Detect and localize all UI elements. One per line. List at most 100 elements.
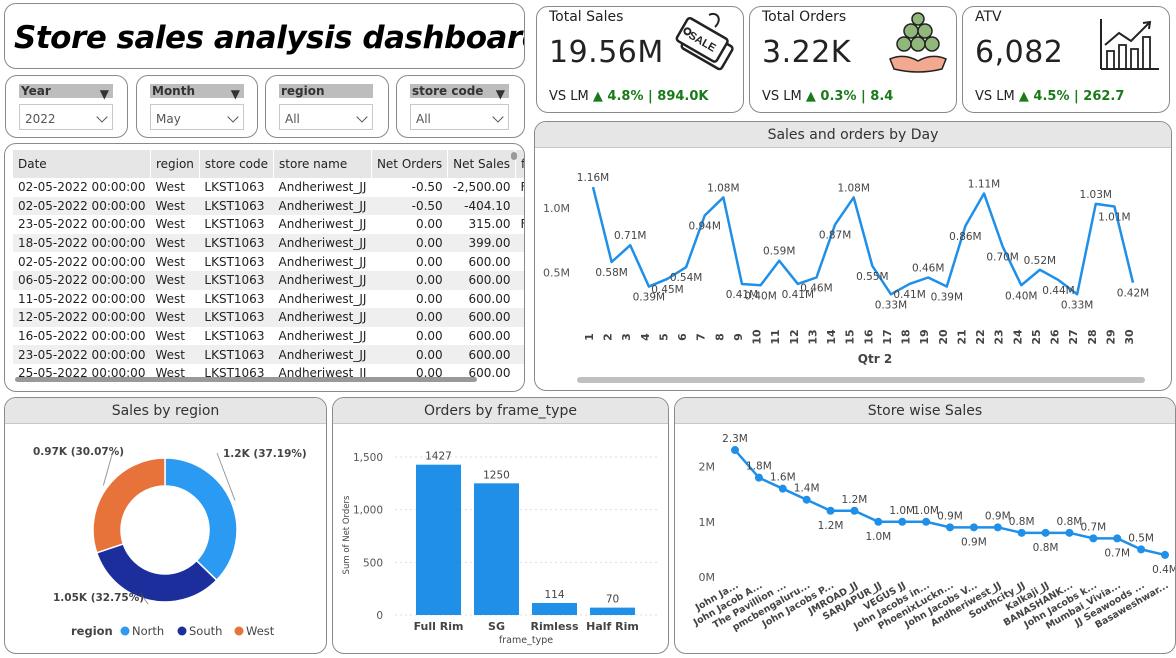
store-wise-sales-card: Store wise Sales 0M 1M 2M 2.3M John Ja... 1.8… <box>674 397 1176 654</box>
table-cell: Andheriwest_JJ <box>278 180 367 195</box>
data-label: 0.40M <box>1005 290 1037 302</box>
data-point <box>1041 528 1050 537</box>
table-cell: Andheriwest_JJ <box>273 308 372 327</box>
table-cell: LKST1063 <box>204 180 265 195</box>
column-header[interactable]: store name <box>273 150 372 178</box>
chart-title: Sales and orders by Day <box>535 122 1171 148</box>
data-label: 1.4M <box>794 483 820 495</box>
table-row[interactable]: 18-05-2022 00:00:00 West LKST1063 Andheriwe… <box>13 233 524 253</box>
data-label: 0.8M <box>1057 516 1083 528</box>
x-axis-title: Qtr 2 <box>858 352 892 366</box>
data-label: 0.44M <box>1042 285 1074 297</box>
data-label: 1.01M <box>1098 211 1130 223</box>
table-cell: West <box>150 196 200 216</box>
pie-slice <box>92 457 166 554</box>
x-tick-label: 28 <box>1086 329 1099 344</box>
kpi-value: 3.22K <box>762 35 851 70</box>
legend-entry: South <box>189 624 222 638</box>
sales-by-day-card: Sales and orders by Day 0.5M 1.0M 1.16M 1 0.… <box>534 121 1172 391</box>
table-cell: West <box>155 217 185 232</box>
table-row[interactable]: 12-05-2022 00:00:00 West LKST1063 Andheriwe… <box>13 308 524 327</box>
chevron-down-icon[interactable] <box>96 111 108 123</box>
table-row[interactable]: 02-05-2022 00:00:00 West LKST1063 Andheriwe… <box>13 196 524 216</box>
horizontal-scrollbar[interactable] <box>577 377 1145 383</box>
table-cell: 02-05-2022 00:00:00 <box>18 254 146 269</box>
table-row[interactable]: 23-05-2022 00:00:00 West LKST1063 Andheriwe… <box>13 215 525 234</box>
data-label: 1.08M <box>837 182 869 194</box>
data-label: 0.8M <box>1033 542 1059 554</box>
y-tick-label: 1M <box>699 516 716 529</box>
data-label: 1.8M <box>746 461 772 473</box>
x-tick-label: 13 <box>806 329 819 344</box>
data-label: 1.03M <box>1080 189 1112 201</box>
kpi-value: 6,082 <box>975 35 1064 70</box>
data-label: 2.3M <box>722 433 748 445</box>
horizontal-scrollbar[interactable] <box>15 377 477 382</box>
chevron-down-icon[interactable] <box>356 111 368 123</box>
data-label: 1.2M <box>842 494 868 506</box>
slicer-label: region <box>279 84 373 98</box>
chevron-down-icon[interactable] <box>492 111 504 123</box>
data-point <box>850 506 859 515</box>
collapse-arrow-icon[interactable]: ▼ <box>231 87 240 101</box>
table-cell: 600.00 <box>447 270 516 290</box>
table-cell: -0.50 <box>371 196 448 216</box>
x-tick-label: 9 <box>732 333 745 341</box>
table-cell: 0.00 <box>371 233 448 253</box>
collapse-arrow-icon[interactable]: ▼ <box>496 87 505 101</box>
table-cell: -0.50 <box>411 180 443 195</box>
x-tick-label: 5 <box>657 333 670 341</box>
table-cell <box>515 196 524 216</box>
data-label: 0.52M <box>1024 255 1056 267</box>
table-cell: Full Ri <box>516 215 525 234</box>
column-header[interactable]: store code <box>199 150 275 178</box>
slicer-dropdown[interactable]: All <box>279 104 373 130</box>
data-label: 70 <box>606 594 619 606</box>
x-tick-label: 7 <box>695 333 708 341</box>
data-label: 1.11M <box>968 179 1000 191</box>
slicer-dropdown[interactable]: May <box>150 104 244 130</box>
table-row[interactable]: 02-05-2022 00:00:00 West LKST1063 Andheriwe… <box>13 252 524 271</box>
sales-by-region-chart: 1.2K (37.19%) 1.05K (32.75%) 0.97K (30.07%… <box>33 446 307 638</box>
slicer-dropdown[interactable]: 2022 <box>19 104 113 130</box>
table-row[interactable]: 02-05-2022 00:00:00 West LKST1063 Andheriwe… <box>13 178 524 197</box>
data-label: 0.94M <box>688 221 720 233</box>
data-label: 0.4M <box>1152 564 1175 576</box>
x-tick-label: 11 <box>769 329 782 344</box>
month-slicer[interactable]: Month ▼ May <box>136 75 258 138</box>
table-cell: 16-05-2022 00:00:00 <box>18 329 146 344</box>
slicer-dropdown[interactable]: All <box>410 104 509 130</box>
kpi-title: Total Orders <box>762 9 847 25</box>
y-tick-label: 1,500 <box>353 452 383 464</box>
year-slicer[interactable]: Year ▼ 2022 <box>5 75 128 138</box>
vertical-scrollbar[interactable] <box>511 152 517 160</box>
y-tick-label: 0M <box>699 571 716 584</box>
column-header[interactable]: Net Orders <box>371 150 449 178</box>
column-header[interactable]: Date <box>13 150 151 178</box>
y-tick-label: 1.0M <box>543 202 570 215</box>
x-tick-label: 19 <box>918 329 931 344</box>
data-label: 1.0M <box>913 505 939 517</box>
data-point <box>754 473 763 482</box>
store-code-slicer[interactable]: store code ▼ All <box>396 75 525 138</box>
table-row[interactable]: 11-05-2022 00:00:00 West LKST1063 Andheriwe… <box>13 290 524 309</box>
table-cell: 0.00 <box>371 270 448 290</box>
table-cell: West <box>150 345 200 364</box>
column-header[interactable]: Net Sales <box>447 150 516 178</box>
region-slicer[interactable]: region All <box>265 75 389 138</box>
data-point <box>1137 545 1146 554</box>
table-cell <box>515 345 524 364</box>
table-row[interactable]: 06-05-2022 00:00:00 West LKST1063 Andheriwe… <box>13 270 524 290</box>
column-header[interactable]: region <box>150 150 200 178</box>
chevron-down-icon[interactable] <box>227 111 239 123</box>
table-cell: Andheriwest_JJ <box>273 196 372 216</box>
table-cell <box>515 270 524 290</box>
x-tick-label: 8 <box>713 333 726 341</box>
slicer-label: Year ▼ <box>19 84 113 101</box>
table-cell: 0.00 <box>415 291 443 306</box>
table-row[interactable]: 16-05-2022 00:00:00 West LKST1063 Andheriwe… <box>13 327 524 346</box>
table-cell: LKST1063 <box>204 254 265 269</box>
kpi-comparison: VS LM ▲ 4.8% | 894.0K <box>549 89 709 104</box>
collapse-arrow-icon[interactable]: ▼ <box>100 87 109 101</box>
table-row[interactable]: 23-05-2022 00:00:00 West LKST1063 Andheriwe… <box>13 345 524 364</box>
